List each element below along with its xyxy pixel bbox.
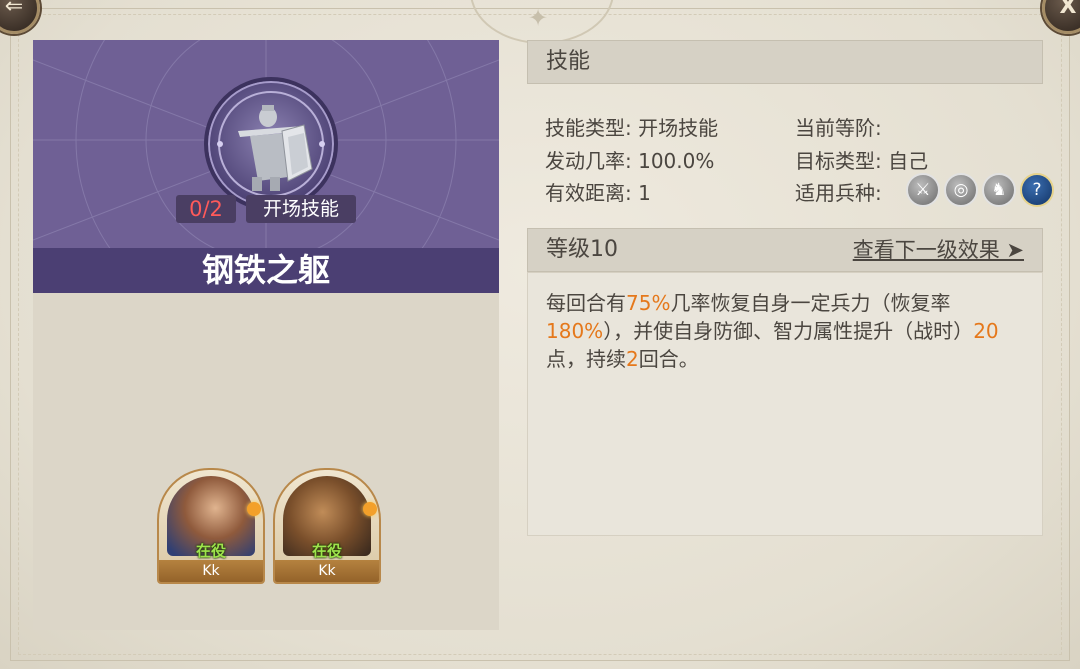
sun-icon: [363, 502, 377, 516]
desc-text: 每回合有: [546, 291, 626, 315]
troop-types-label: 适用兵种:: [795, 181, 882, 205]
range-row: 有效距离: 1: [545, 177, 651, 206]
section-title: 技能: [546, 49, 591, 74]
compass-icon: ✦: [527, 4, 549, 32]
hero-card[interactable]: 在役 Kk: [157, 468, 265, 584]
hero-card[interactable]: 在役 Kk: [273, 468, 381, 584]
target-type-row: 目标类型: 自己: [795, 145, 928, 174]
player-name: Kk: [275, 560, 379, 582]
field-value: 自己: [888, 149, 929, 173]
sun-icon: [247, 502, 261, 516]
field-label: 当前等阶:: [795, 116, 882, 140]
desc-text: 回合。: [638, 347, 699, 371]
skill-type-row: 技能类型: 开场技能: [545, 112, 718, 141]
desc-highlight: 2: [626, 347, 639, 371]
desc-highlight: 20: [973, 319, 999, 343]
skill-art-area: 0/2 开场技能 钢铁之躯: [33, 40, 499, 293]
hero-status: 在役: [195, 542, 226, 560]
level-section-header: 等级10 查看下一级效果 ➤: [527, 228, 1043, 272]
horse-icon: ♞: [982, 173, 1016, 207]
skill-icon: [204, 77, 338, 211]
skill-description-box: 每回合有75%几率恢复自身一定兵力（恢复率 180%），并使自身防御、智力属性提升…: [527, 272, 1043, 536]
desc-text: ），并使自身防御、智力属性提升（战时）: [603, 319, 974, 343]
shield-soldier-icon: [217, 91, 325, 197]
field-label: 发动几率:: [545, 149, 632, 173]
desc-highlight: 75%: [626, 291, 671, 315]
field-label: 有效距离:: [545, 181, 632, 205]
field-label: 技能类型:: [545, 116, 632, 140]
skill-type-badge: 开场技能: [246, 195, 356, 223]
question-icon[interactable]: ?: [1020, 173, 1054, 207]
skill-card-panel: 0/2 开场技能 钢铁之躯 在役 Kk 在役 Kk: [33, 40, 499, 630]
field-value: 开场技能: [638, 116, 719, 140]
sword-icon: ⚔: [906, 173, 940, 207]
skill-section-header: 技能: [527, 40, 1043, 84]
skill-description: 每回合有75%几率恢复自身一定兵力（恢复率 180%），并使自身防御、智力属性提升…: [546, 289, 1016, 373]
skill-level-progress: 0/2: [176, 195, 236, 223]
field-value: 1: [638, 181, 651, 205]
player-name: Kk: [159, 560, 263, 582]
desc-text: 几率恢复自身一定兵力（恢复率: [670, 291, 951, 315]
next-level-link[interactable]: 查看下一级效果 ➤: [853, 229, 1024, 271]
level-title: 等级10: [546, 237, 618, 262]
field-label: 目标类型:: [795, 149, 882, 173]
trigger-chance-row: 发动几率: 100.0%: [545, 145, 714, 174]
hero-status: 在役: [311, 542, 342, 560]
bow-target-icon: ◎: [944, 173, 978, 207]
desc-text: 点，持续: [546, 347, 626, 371]
current-rank-row: 当前等阶:: [795, 112, 882, 141]
field-value: 100.0%: [638, 149, 715, 173]
desc-highlight: 180%: [546, 319, 604, 343]
skill-name: 钢铁之躯: [33, 248, 499, 293]
